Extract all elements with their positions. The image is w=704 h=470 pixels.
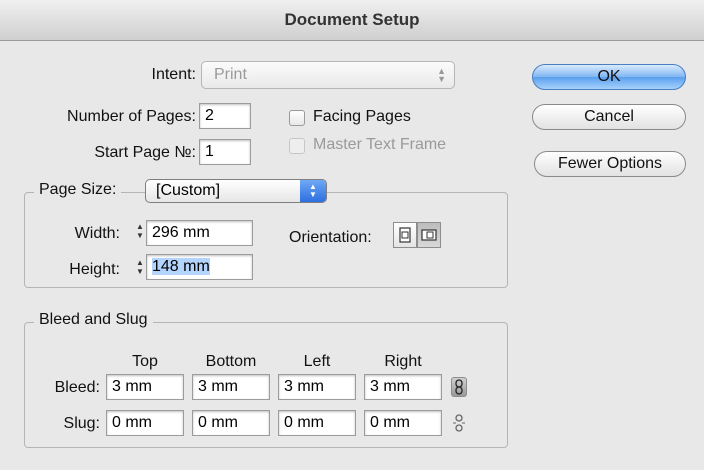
fewer-options-button[interactable]: Fewer Options — [534, 151, 686, 177]
landscape-orientation-button[interactable] — [417, 222, 441, 248]
popup-arrows-icon: ▲ ▼ — [300, 180, 326, 202]
intent-select[interactable]: Print ▲ ▼ — [201, 61, 455, 89]
bleed-and-slug-legend: Bleed and Slug — [34, 311, 153, 329]
intent-label: Intent: — [151, 66, 196, 83]
landscape-page-icon — [421, 229, 437, 241]
column-header-top: Top — [132, 353, 158, 370]
height-value-selected: 148 mm — [152, 258, 210, 275]
bleed-bottom-input[interactable]: 3 mm — [192, 374, 270, 400]
width-label: Width: — [74, 225, 120, 242]
page-size-value: [Custom] — [156, 182, 221, 199]
start-page-input[interactable]: 1 — [199, 139, 251, 165]
slug-top-input[interactable]: 0 mm — [106, 410, 184, 436]
column-header-bottom: Bottom — [205, 353, 257, 370]
column-header-right: Right — [384, 353, 422, 370]
slug-link-button[interactable] — [451, 413, 467, 433]
slug-left-input[interactable]: 0 mm — [278, 410, 356, 436]
start-page-label: Start Page №: — [94, 144, 196, 161]
bleed-left-input[interactable]: 3 mm — [278, 374, 356, 400]
bleed-right-input[interactable]: 3 mm — [364, 374, 442, 400]
unlink-chain-icon — [453, 414, 465, 432]
slug-label: Slug: — [63, 415, 100, 432]
page-size-select[interactable]: [Custom] ▲ ▼ — [145, 179, 327, 203]
cancel-button[interactable]: Cancel — [532, 104, 686, 130]
select-arrows-icon: ▲ ▼ — [437, 66, 446, 84]
facing-pages-checkbox[interactable] — [289, 110, 305, 126]
link-chain-icon — [455, 379, 463, 395]
master-text-frame-label: Master Text Frame — [313, 136, 447, 153]
page-size-label: Page Size: — [34, 181, 122, 199]
slug-bottom-input[interactable]: 0 mm — [192, 410, 270, 436]
height-label: Height: — [69, 261, 120, 278]
ok-button[interactable]: OK — [532, 64, 686, 90]
master-text-frame-checkbox[interactable] — [289, 138, 305, 154]
bleed-label: Bleed: — [54, 379, 100, 396]
orientation-label: Orientation: — [289, 229, 372, 246]
intent-value: Print — [214, 66, 247, 83]
title-bar[interactable]: Document Setup — [0, 0, 704, 41]
width-stepper-icon[interactable]: ▲ ▼ — [134, 222, 146, 244]
bleed-top-input[interactable]: 3 mm — [106, 374, 184, 400]
column-header-left: Left — [303, 353, 331, 370]
slug-right-input[interactable]: 0 mm — [364, 410, 442, 436]
width-input[interactable]: 296 mm — [146, 220, 253, 246]
portrait-orientation-button[interactable] — [393, 222, 417, 248]
facing-pages-label: Facing Pages — [313, 108, 411, 125]
dialog-title: Document Setup — [284, 10, 420, 29]
number-of-pages-input[interactable]: 2 — [199, 103, 251, 129]
bleed-link-button[interactable] — [451, 377, 467, 397]
document-setup-dialog: Document Setup Intent: Print ▲ ▼ Number o… — [0, 0, 704, 470]
portrait-page-icon — [399, 227, 411, 243]
height-stepper-icon[interactable]: ▲ ▼ — [134, 258, 146, 280]
height-input[interactable]: 148 mm — [146, 254, 253, 280]
number-of-pages-label: Number of Pages: — [67, 108, 196, 125]
